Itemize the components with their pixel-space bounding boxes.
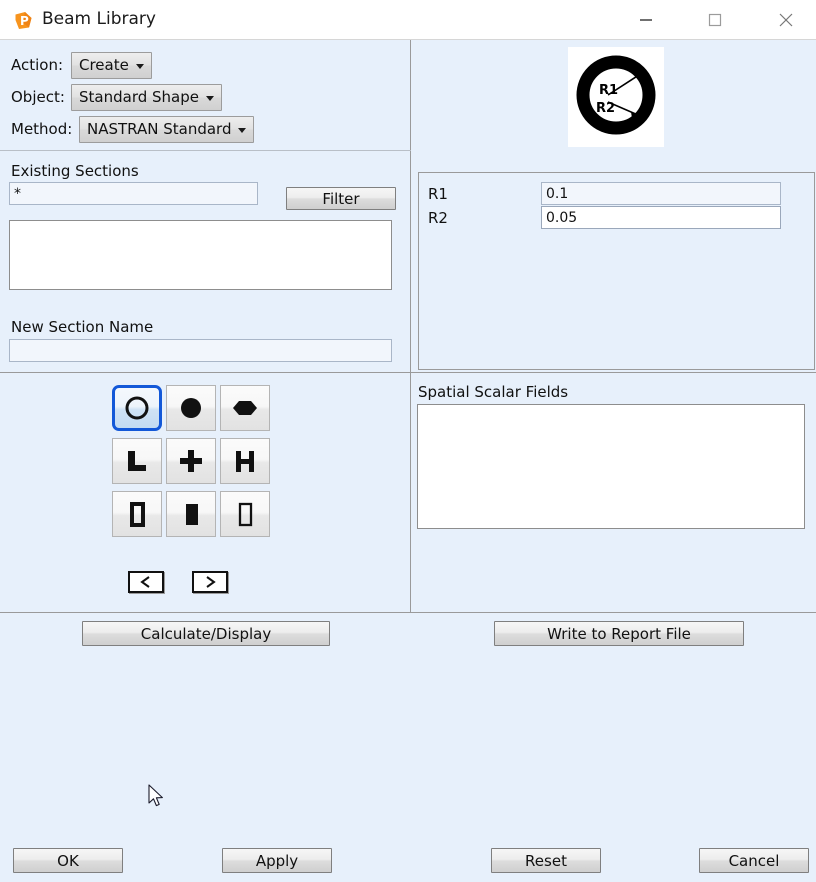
- mouse-cursor: [148, 784, 166, 810]
- spatial-scalar-fields-label: Spatial Scalar Fields: [418, 383, 569, 401]
- calculate-display-button[interactable]: Calculate/Display: [82, 621, 330, 646]
- reset-button[interactable]: Reset: [491, 848, 601, 873]
- hollow-rectangle-thin-shape-button[interactable]: [220, 491, 270, 537]
- solid-circle-rod-shape-button[interactable]: [166, 385, 216, 431]
- existing-sections-label: Existing Sections: [11, 162, 139, 180]
- ok-button[interactable]: OK: [13, 848, 123, 873]
- beam-cross-section-preview: R1 R2: [568, 47, 664, 147]
- rect-outline-thin-icon: [238, 502, 253, 527]
- i-beam-h-shape-button[interactable]: [220, 438, 270, 484]
- preview-label-r1: R1: [599, 83, 618, 98]
- cross-shape-button[interactable]: [166, 438, 216, 484]
- divider-right-upper: [411, 372, 816, 373]
- existing-sections-list[interactable]: [9, 220, 392, 290]
- maximize-icon[interactable]: [692, 0, 738, 39]
- action-dropdown[interactable]: Create: [71, 52, 152, 79]
- write-to-report-file-button[interactable]: Write to Report File: [494, 621, 744, 646]
- next-shape-button[interactable]: [192, 571, 228, 593]
- object-label: Object:: [11, 88, 65, 106]
- minimize-icon[interactable]: [623, 0, 669, 39]
- patran-p-icon: P: [14, 11, 33, 30]
- cancel-button[interactable]: Cancel: [699, 848, 809, 873]
- rect-filled-icon: [186, 504, 198, 525]
- chevron-left-icon: [140, 576, 150, 588]
- object-dropdown-value: Standard Shape: [79, 88, 199, 106]
- hollow-rectangle-tube-shape-button[interactable]: [112, 491, 162, 537]
- divider-top: [0, 150, 411, 151]
- divider-middle: [0, 372, 411, 373]
- filter-button[interactable]: Filter: [286, 187, 396, 210]
- param-input-r1[interactable]: [541, 182, 781, 205]
- solid-rectangle-bar-shape-button[interactable]: [166, 491, 216, 537]
- method-dropdown[interactable]: NASTRAN Standard: [79, 116, 255, 143]
- plus-cross-icon: [180, 450, 202, 472]
- window-titlebar: P Beam Library: [0, 0, 816, 40]
- chevron-down-icon: [135, 64, 144, 69]
- previous-shape-button[interactable]: [128, 571, 164, 593]
- method-label: Method:: [11, 120, 73, 138]
- param-label-r1: R1: [428, 185, 448, 203]
- l-angle-icon: [128, 451, 146, 471]
- svg-text:P: P: [20, 14, 29, 28]
- circle-filled-icon: [181, 398, 201, 418]
- hollow-circle-tube-shape-button[interactable]: [112, 385, 162, 431]
- window-title: Beam Library: [42, 9, 156, 29]
- param-label-r2: R2: [428, 209, 448, 227]
- new-section-name-label: New Section Name: [11, 318, 154, 336]
- apply-button[interactable]: Apply: [222, 848, 332, 873]
- circle-outline-icon: [125, 396, 149, 420]
- close-icon[interactable]: [763, 0, 809, 39]
- hexagon-shape-button[interactable]: [220, 385, 270, 431]
- spatial-scalar-fields-list[interactable]: [417, 404, 805, 529]
- param-input-r2[interactable]: [541, 206, 781, 229]
- chevron-right-icon: [206, 576, 216, 588]
- divider-bottom: [0, 612, 816, 613]
- object-dropdown[interactable]: Standard Shape: [71, 84, 222, 111]
- chevron-down-icon: [205, 96, 214, 101]
- chevron-down-icon: [238, 128, 247, 133]
- parameters-panel: R1 R2: [418, 172, 815, 370]
- method-dropdown-value: NASTRAN Standard: [87, 120, 232, 138]
- existing-sections-filter-input[interactable]: [9, 182, 258, 205]
- hexagon-filled-icon: [233, 401, 257, 415]
- angle-l-shape-button[interactable]: [112, 438, 162, 484]
- action-label: Action:: [11, 56, 64, 74]
- preview-label-r2: R2: [596, 101, 615, 116]
- rect-outline-thick-icon: [130, 502, 145, 527]
- h-beam-icon: [236, 451, 254, 472]
- new-section-name-input[interactable]: [9, 339, 392, 362]
- action-dropdown-value: Create: [79, 56, 129, 74]
